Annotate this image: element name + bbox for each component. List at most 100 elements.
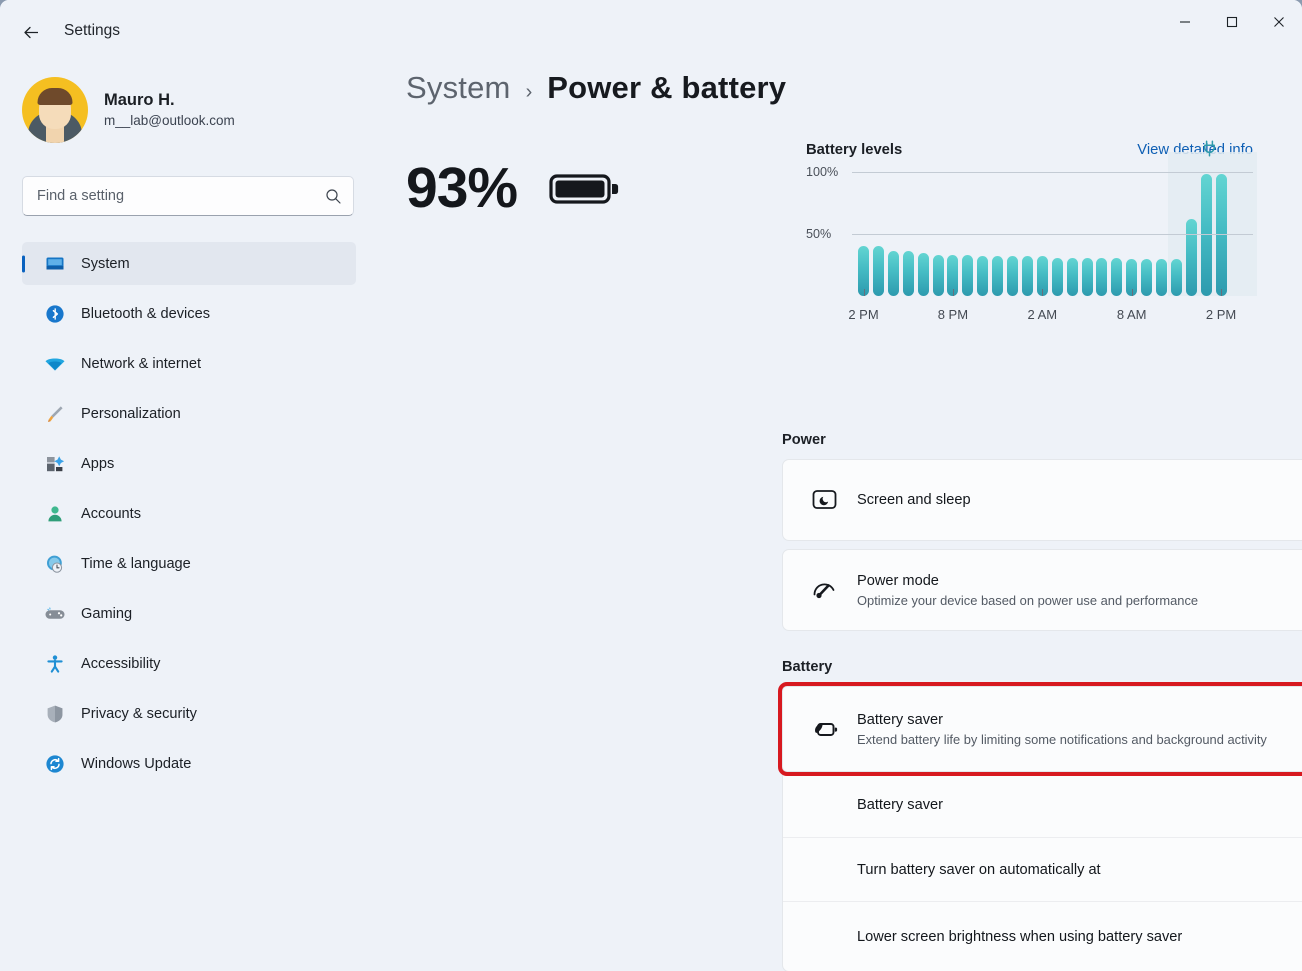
chart-bar <box>1081 257 1093 296</box>
lower-brightness-label: Lower screen brightness when using batte… <box>857 928 1183 945</box>
lower-brightness-row: Lower screen brightness when using batte… <box>783 901 1302 971</box>
window-controls <box>1161 0 1302 44</box>
settings-sections: Power Screen and sleep Power mode Optimi… <box>778 432 1302 971</box>
screen-and-sleep-row[interactable]: Screen and sleep <box>783 460 1302 540</box>
chart-x-tick-label: 8 PM <box>937 307 969 322</box>
title-bar: Settings <box>0 0 1302 62</box>
sidebar-item-windows-update[interactable]: Windows Update <box>22 742 356 785</box>
chart-bar <box>1096 257 1108 296</box>
sidebar-item-apps[interactable]: Apps <box>22 442 356 485</box>
sidebar-item-label: Gaming <box>81 605 133 622</box>
shield-icon <box>44 703 66 725</box>
battery-saver-icon <box>807 714 841 744</box>
settings-window: Settings Mauro H. m__lab@outlook.com Fin… <box>0 0 1302 971</box>
chart-plot: 50% 100% 2 PM 8 PM 2 AM 8 AM 2 PM <box>806 140 1257 332</box>
apps-icon <box>44 453 66 475</box>
sidebar-item-personalization[interactable]: Personalization <box>22 392 356 435</box>
sidebar-nav: System Bluetooth & devices Network & inter… <box>22 242 376 785</box>
monitor-icon <box>44 253 66 275</box>
search-input[interactable] <box>22 176 354 216</box>
minimize-button[interactable] <box>1161 0 1208 44</box>
screen-and-sleep-card[interactable]: Screen and sleep <box>782 459 1302 541</box>
chart-gridline <box>852 234 1253 235</box>
sidebar-item-label: System <box>81 255 130 272</box>
bluetooth-icon <box>44 303 66 325</box>
person-icon <box>44 503 66 525</box>
chart-bar <box>962 255 974 296</box>
chart-bar <box>872 246 884 296</box>
chart-x-tick <box>952 289 954 296</box>
profile-email: m__lab@outlook.com <box>104 113 235 129</box>
chart-y-tick-label: 50% <box>806 227 832 241</box>
breadcrumb-parent[interactable]: System <box>406 70 511 106</box>
battery-saver-row[interactable]: Battery saver Extend battery life by lim… <box>783 687 1302 771</box>
power-section-title: Power <box>782 432 826 448</box>
chart-x-tick <box>1042 289 1044 296</box>
sidebar-item-accounts[interactable]: Accounts <box>22 492 356 535</box>
chart-y-tick-label: 100% <box>806 165 839 179</box>
chart-bar <box>902 251 914 296</box>
auto-threshold-label: Turn battery saver on automatically at <box>857 861 1101 878</box>
sidebar-item-gaming[interactable]: Gaming <box>22 592 356 635</box>
update-icon <box>44 753 66 775</box>
wifi-icon <box>44 353 66 375</box>
chart-bar <box>1170 258 1182 296</box>
battery-section-title: Battery <box>782 659 833 675</box>
profile-name: Mauro H. <box>104 90 175 109</box>
maximize-button[interactable] <box>1208 0 1255 44</box>
chart-x-tick-label: 2 PM <box>1205 307 1237 322</box>
sidebar-item-label: Bluetooth & devices <box>81 305 210 322</box>
sidebar-item-bluetooth-devices[interactable]: Bluetooth & devices <box>22 292 356 335</box>
auto-threshold-row: Turn battery saver on automatically at 2… <box>783 837 1302 901</box>
screen-and-sleep-label: Screen and sleep <box>857 492 971 508</box>
paintbrush-icon <box>44 403 66 425</box>
content-area: System › Power & battery 93% Battery lev… <box>376 62 1302 971</box>
chart-bar <box>992 256 1004 296</box>
breadcrumb: System › Power & battery <box>406 70 1302 106</box>
battery-saver-card[interactable]: Battery saver Extend battery life by lim… <box>778 682 1302 776</box>
accessibility-icon <box>44 653 66 675</box>
chart-bar <box>932 255 944 296</box>
back-button[interactable] <box>14 16 48 48</box>
chart-x-tick <box>1221 289 1223 296</box>
power-mode-description: Optimize your device based on power use … <box>857 592 1199 608</box>
battery-percentage: 93% <box>406 156 518 220</box>
power-mode-row: Power mode Optimize your device based on… <box>783 550 1302 630</box>
screen-sleep-icon <box>807 487 841 514</box>
power-mode-card: Power mode Optimize your device based on… <box>782 549 1302 631</box>
chart-x-tick-label: 8 AM <box>1116 307 1147 322</box>
battery-saver-label: Battery saver <box>857 711 943 728</box>
chart-bar <box>977 256 989 296</box>
sidebar-item-label: Personalization <box>81 405 181 422</box>
gamepad-icon <box>44 603 66 625</box>
battery-saver-subrows: Battery saver Turn on now Turn battery s… <box>782 772 1302 971</box>
sidebar-item-label: Windows Update <box>81 755 192 772</box>
sidebar-item-network-internet[interactable]: Network & internet <box>22 342 356 385</box>
sidebar-item-label: Time & language <box>81 555 191 572</box>
power-mode-label: Power mode <box>857 572 939 589</box>
chart-x-tick-label: 2 AM <box>1027 307 1058 322</box>
sidebar-item-accessibility[interactable]: Accessibility <box>22 642 356 685</box>
breadcrumb-separator-icon: › <box>525 81 533 103</box>
chart-bar <box>1215 174 1227 296</box>
close-button[interactable] <box>1255 0 1302 44</box>
user-profile[interactable]: Mauro H. m__lab@outlook.com <box>22 72 376 148</box>
app-title: Settings <box>64 22 121 39</box>
back-arrow-icon <box>23 26 38 38</box>
sidebar-item-system[interactable]: System <box>22 242 356 285</box>
sidebar: Mauro H. m__lab@outlook.com System Blueto… <box>0 62 376 971</box>
chart-title: Battery levels <box>806 142 903 158</box>
sidebar-item-label: Privacy & security <box>81 705 197 722</box>
search-icon[interactable] <box>318 182 348 210</box>
battery-saver-toggle-row: Battery saver Turn on now <box>783 773 1302 837</box>
sidebar-item-time-language[interactable]: Time & language <box>22 542 356 585</box>
chart-bar <box>1066 257 1078 296</box>
power-plug-icon <box>1202 140 1217 162</box>
sidebar-item-privacy-security[interactable]: Privacy & security <box>22 692 356 735</box>
close-icon <box>1273 17 1284 27</box>
chart-bar <box>1111 257 1123 296</box>
chart-bar <box>1185 219 1197 296</box>
search-glass-icon <box>325 188 341 204</box>
sidebar-item-label: Apps <box>81 455 115 472</box>
chart-bar <box>887 251 899 296</box>
